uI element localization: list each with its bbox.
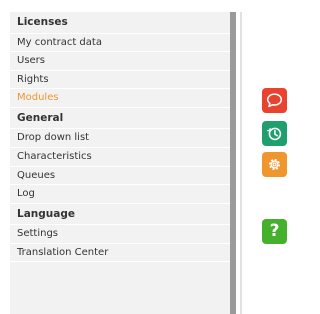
history-button[interactable]	[262, 121, 287, 146]
chat-bubble-icon	[266, 93, 283, 108]
section-general: General	[10, 108, 230, 130]
panel-divider-line	[240, 12, 242, 314]
sidebar-item-characteristics[interactable]: Characteristics	[10, 148, 230, 167]
sidebar-item-log[interactable]: Log	[10, 185, 230, 204]
gear-icon	[268, 158, 281, 171]
section-licenses: Licenses	[10, 12, 230, 34]
help-icon: ?	[269, 221, 280, 241]
sidebar-item-settings[interactable]: Settings	[10, 225, 230, 244]
sidebar-item-my-contract-data[interactable]: My contract data	[10, 34, 230, 53]
sidebar-item-translation-center[interactable]: Translation Center	[10, 244, 230, 263]
sidebar-item-modules[interactable]: Modules	[10, 89, 230, 108]
section-language: Language	[10, 204, 230, 226]
chat-button[interactable]	[262, 88, 287, 113]
sidebar-item-drop-down-list[interactable]: Drop down list	[10, 129, 230, 148]
sidebar-item-queues[interactable]: Queues	[10, 167, 230, 186]
sidebar: Licenses My contract data Users Rights M…	[10, 12, 230, 314]
sidebar-item-users[interactable]: Users	[10, 52, 230, 71]
sidebar-item-rights[interactable]: Rights	[10, 71, 230, 90]
settings-button[interactable]	[262, 152, 287, 177]
history-clock-icon	[267, 127, 282, 141]
help-button[interactable]: ?	[262, 219, 287, 244]
